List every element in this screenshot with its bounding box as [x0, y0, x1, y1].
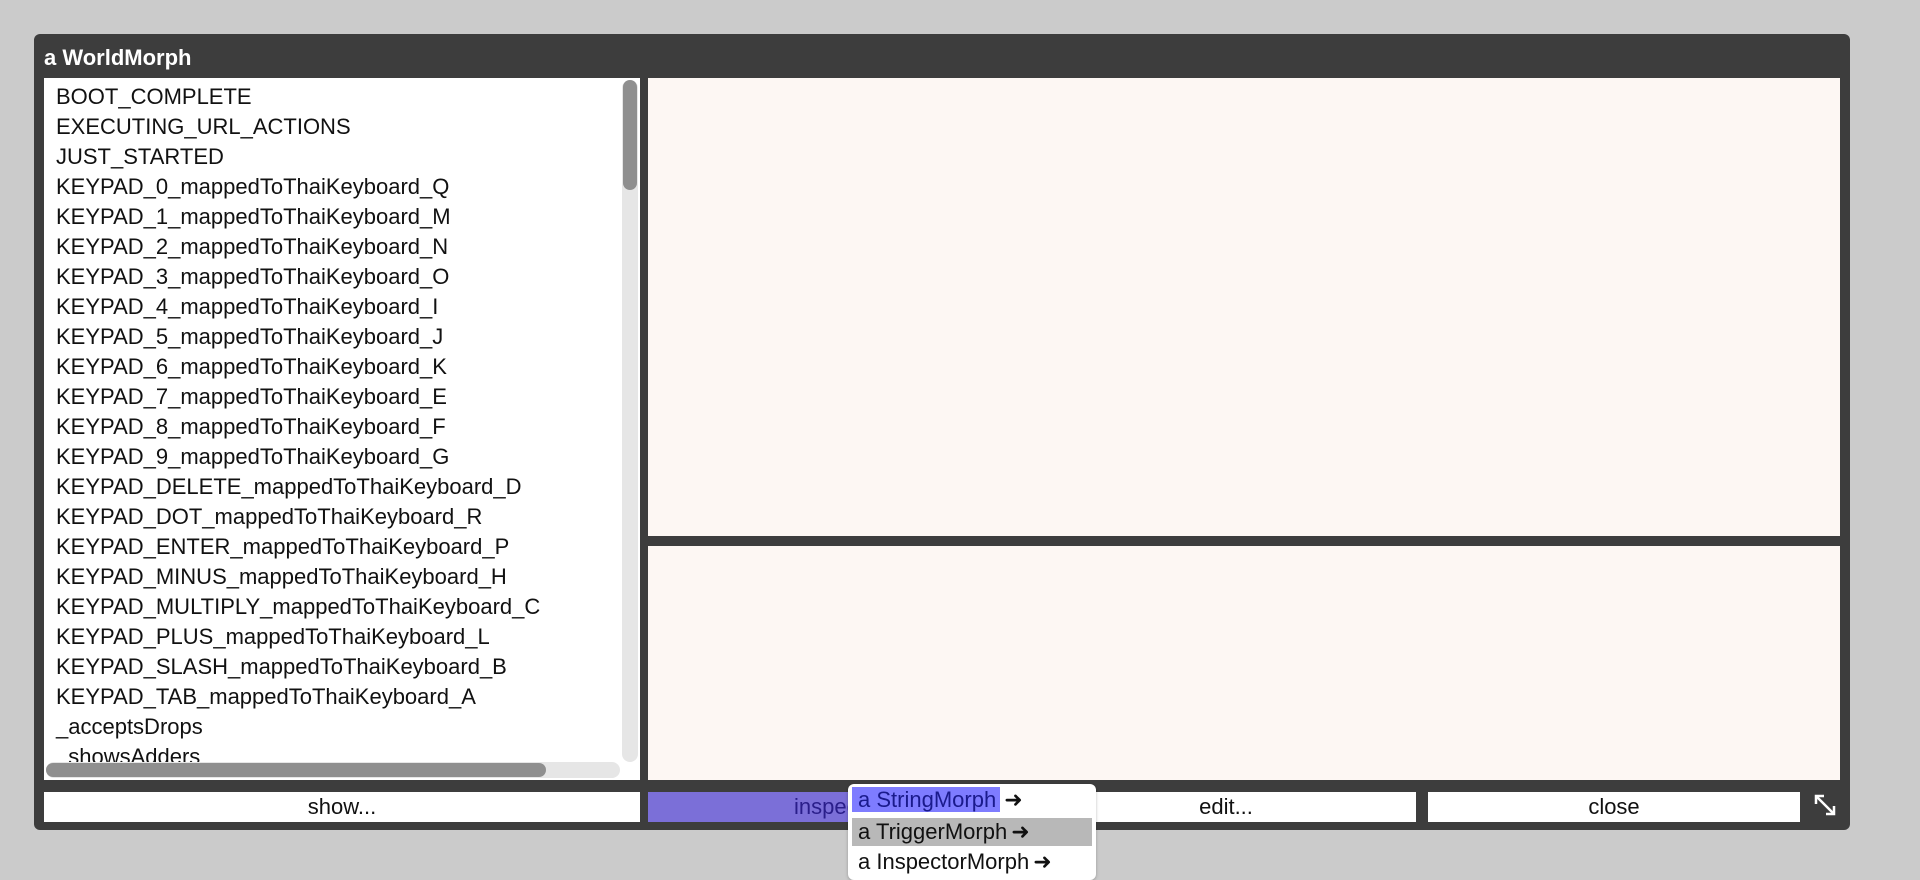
evaluation-pane[interactable] — [648, 546, 1840, 780]
list-item[interactable]: JUST_STARTED — [56, 142, 540, 172]
list-item[interactable]: KEYPAD_3_mappedToThaiKeyboard_O — [56, 262, 540, 292]
list-item[interactable]: KEYPAD_4_mappedToThaiKeyboard_I — [56, 292, 540, 322]
vertical-scrollbar[interactable] — [622, 80, 638, 762]
arrow-right-icon: ➜ — [1004, 787, 1023, 812]
resize-icon-graphic — [1814, 794, 1836, 816]
horizontal-scrollbar[interactable] — [46, 762, 620, 778]
list-item[interactable]: EXECUTING_URL_ACTIONS — [56, 112, 540, 142]
list-item[interactable]: KEYPAD_2_mappedToThaiKeyboard_N — [56, 232, 540, 262]
menu-item-inspectormorph[interactable]: a InspectorMorph ➜ — [852, 848, 1092, 876]
inspector-window: a WorldMorph BOOT_COMPLETE EXECUTING_URL_… — [34, 34, 1850, 830]
list-item[interactable]: BOOT_COMPLETE — [56, 82, 540, 112]
property-list-items: BOOT_COMPLETE EXECUTING_URL_ACTIONS JUST_S… — [56, 82, 540, 772]
list-item[interactable]: KEYPAD_7_mappedToThaiKeyboard_E — [56, 382, 540, 412]
list-item[interactable]: KEYPAD_PLUS_mappedToThaiKeyboard_L — [56, 622, 540, 652]
resize-icon[interactable] — [1810, 792, 1840, 822]
show-button[interactable]: show... — [44, 792, 640, 822]
list-item[interactable]: KEYPAD_TAB_mappedToThaiKeyboard_A — [56, 682, 540, 712]
list-item[interactable]: KEYPAD_DOT_mappedToThaiKeyboard_R — [56, 502, 540, 532]
list-item[interactable]: KEYPAD_MINUS_mappedToThaiKeyboard_H — [56, 562, 540, 592]
list-item[interactable]: KEYPAD_MULTIPLY_mappedToThaiKeyboard_C — [56, 592, 540, 622]
arrow-right-icon: ➜ — [1033, 849, 1052, 874]
menu-item-label: a TriggerMorph — [858, 819, 1008, 844]
vertical-scrollbar-thumb[interactable] — [623, 80, 637, 190]
property-list[interactable]: BOOT_COMPLETE EXECUTING_URL_ACTIONS JUST_S… — [44, 78, 640, 780]
list-item[interactable]: KEYPAD_0_mappedToThaiKeyboard_Q — [56, 172, 540, 202]
list-item[interactable]: KEYPAD_SLASH_mappedToThaiKeyboard_B — [56, 652, 540, 682]
window-title: a WorldMorph — [44, 45, 192, 70]
list-item[interactable]: KEYPAD_8_mappedToThaiKeyboard_F — [56, 412, 540, 442]
menu-item-label: a InspectorMorph — [858, 849, 1030, 874]
list-item[interactable]: KEYPAD_5_mappedToThaiKeyboard_J — [56, 322, 540, 352]
menu-item-triggermorph[interactable]: a TriggerMorph ➜ — [852, 818, 1092, 846]
list-item[interactable]: KEYPAD_1_mappedToThaiKeyboard_M — [56, 202, 540, 232]
menu-item-label: a StringMorph — [852, 787, 1001, 812]
list-item[interactable]: KEYPAD_6_mappedToThaiKeyboard_K — [56, 352, 540, 382]
close-button[interactable]: close — [1428, 792, 1800, 822]
inspect-context-menu: a StringMorph ➜ a TriggerMorph ➜ a Inspect… — [848, 784, 1096, 880]
list-item[interactable]: KEYPAD_9_mappedToThaiKeyboard_G — [56, 442, 540, 472]
list-item[interactable]: KEYPAD_DELETE_mappedToThaiKeyboard_D — [56, 472, 540, 502]
horizontal-scrollbar-thumb[interactable] — [46, 763, 546, 777]
list-item[interactable]: _acceptsDrops — [56, 712, 540, 742]
value-pane[interactable] — [648, 78, 1840, 536]
arrow-right-icon: ➜ — [1011, 819, 1030, 844]
menu-item-stringmorph[interactable]: a StringMorph ➜ — [852, 786, 1092, 814]
list-item[interactable]: KEYPAD_ENTER_mappedToThaiKeyboard_P — [56, 532, 540, 562]
